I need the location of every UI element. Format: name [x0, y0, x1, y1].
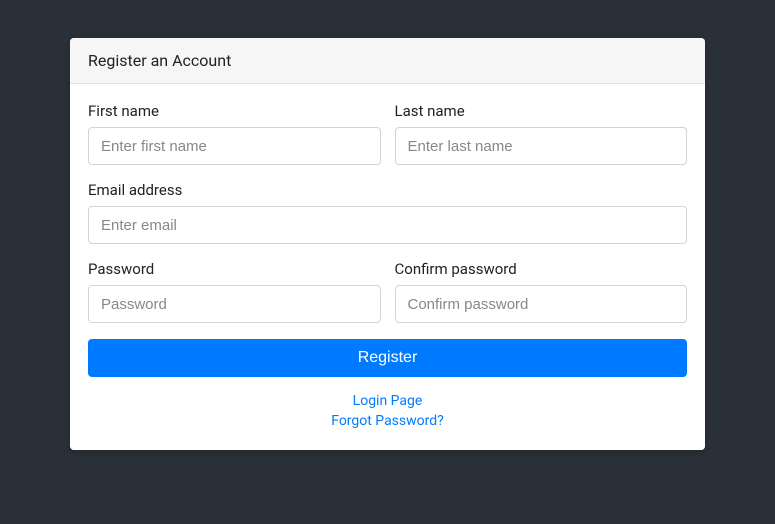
page-title: Register an Account: [88, 51, 231, 70]
password-row: Password Confirm password: [88, 260, 687, 323]
confirm-password-group: Confirm password: [395, 260, 688, 323]
email-input[interactable]: [88, 206, 687, 244]
login-link[interactable]: Login Page: [88, 391, 687, 411]
card-header: Register an Account: [70, 38, 705, 84]
last-name-group: Last name: [395, 102, 688, 165]
forgot-password-link[interactable]: Forgot Password?: [88, 411, 687, 431]
password-group: Password: [88, 260, 381, 323]
first-name-label: First name: [88, 102, 381, 120]
last-name-label: Last name: [395, 102, 688, 120]
email-label: Email address: [88, 181, 687, 199]
password-label: Password: [88, 260, 381, 278]
email-group: Email address: [88, 181, 687, 244]
last-name-input[interactable]: [395, 127, 688, 165]
first-name-group: First name: [88, 102, 381, 165]
name-row: First name Last name: [88, 102, 687, 165]
confirm-password-input[interactable]: [395, 285, 688, 323]
register-button[interactable]: Register: [88, 339, 687, 377]
first-name-input[interactable]: [88, 127, 381, 165]
card-body: First name Last name Email address Passw…: [70, 84, 705, 450]
password-input[interactable]: [88, 285, 381, 323]
footer-links: Login Page Forgot Password?: [88, 391, 687, 432]
register-card: Register an Account First name Last name…: [70, 38, 705, 450]
confirm-password-label: Confirm password: [395, 260, 688, 278]
